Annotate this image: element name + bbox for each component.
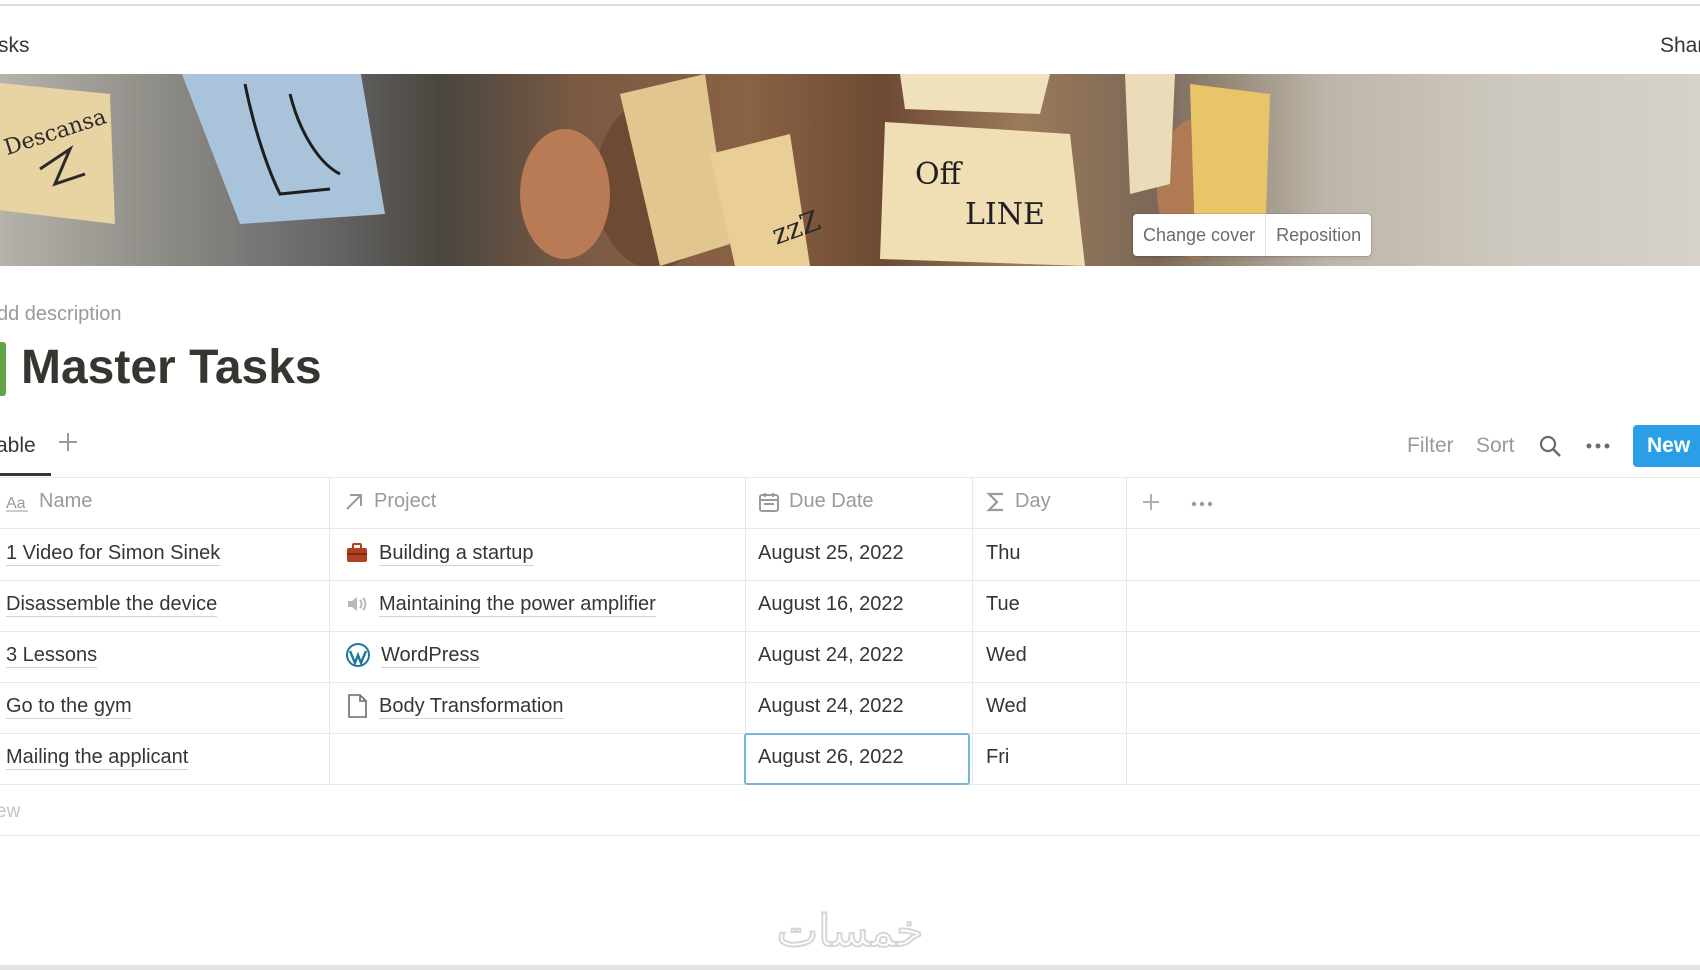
table-row-day-cell: Tue: [986, 592, 1020, 615]
task-name[interactable]: 3 Lessons: [6, 643, 98, 668]
text-type-icon: Aa: [6, 495, 28, 512]
column-header-label: Day: [1015, 490, 1051, 512]
sticky-note-text: Off: [915, 157, 964, 192]
sort-button[interactable]: Sort: [1476, 434, 1515, 458]
column-header-label: Project: [374, 490, 437, 512]
speaker-icon: [345, 592, 369, 616]
watermark-text: خمسات: [777, 906, 924, 957]
table-row-project-cell[interactable]: WordPress: [345, 640, 480, 670]
add-new-row[interactable]: ew: [0, 801, 20, 823]
cover-photo-illustration: Descansa zzZ Off LINE: [0, 74, 1270, 266]
table-top-border: [0, 477, 1700, 478]
table-row-day-cell: Thu: [986, 541, 1021, 564]
table-row-due-cell[interactable]: August 16, 2022: [758, 589, 904, 619]
table-row-project-cell[interactable]: Building a startup: [345, 538, 534, 568]
table-bottom-border: [0, 835, 1700, 836]
search-icon[interactable]: [1538, 434, 1562, 458]
watermark: خمسات: [745, 900, 955, 960]
table-row-due-cell[interactable]: August 25, 2022: [758, 538, 904, 568]
formula-sigma-icon: [986, 492, 1003, 511]
table-row-day-cell: Fri: [986, 745, 1010, 768]
svg-text:Aa: Aa: [6, 495, 26, 512]
table-row-day-cell: Wed: [986, 694, 1027, 717]
change-cover-button[interactable]: Change cover: [1133, 214, 1265, 256]
task-name[interactable]: Mailing the applicant: [6, 745, 189, 770]
breadcrumb[interactable]: sks: [0, 34, 30, 58]
sticky-note-text: LINE: [965, 197, 1045, 232]
new-button[interactable]: New: [1633, 425, 1700, 467]
row-divider: [0, 528, 1700, 529]
column-header-day[interactable]: Day: [986, 490, 1051, 513]
bottom-border: [0, 965, 1700, 970]
table-row-name-cell[interactable]: 3 Lessons: [6, 640, 98, 670]
page-icon[interactable]: [0, 342, 6, 396]
topbar: sks Shar: [0, 6, 1700, 74]
add-property-button[interactable]: [1141, 488, 1161, 519]
column-divider: [329, 478, 330, 784]
column-options-icon[interactable]: [1190, 492, 1214, 516]
share-button[interactable]: Shar: [1660, 34, 1700, 58]
wordpress-icon: [345, 642, 371, 668]
table-row-project-cell[interactable]: Body Transformation: [345, 691, 564, 721]
task-name[interactable]: Go to the gym: [6, 694, 132, 719]
column-header-label: Name: [39, 490, 93, 512]
table-row-due-cell[interactable]: August 26, 2022: [758, 742, 904, 772]
table-row-project-cell[interactable]: Maintaining the power amplifier: [345, 589, 656, 619]
project-link[interactable]: Maintaining the power amplifier: [379, 592, 656, 617]
row-divider: [0, 682, 1700, 683]
relation-arrow-icon: [346, 493, 362, 510]
table-row-day-cell: Wed: [986, 643, 1027, 666]
document-icon: [345, 693, 369, 719]
table-row-name-cell[interactable]: Go to the gym: [6, 691, 132, 721]
briefcase-icon: [345, 541, 369, 565]
cover-controls: Change cover Reposition: [1133, 214, 1372, 256]
reposition-button[interactable]: Reposition: [1266, 214, 1371, 256]
plus-icon: [59, 433, 77, 451]
active-tab-indicator: [0, 473, 51, 476]
column-header-due-date[interactable]: Due Date: [758, 490, 874, 513]
column-header-project[interactable]: Project: [343, 490, 436, 513]
table-row-name-cell[interactable]: 1 Video for Simon Sinek: [6, 538, 221, 568]
column-header-label: Due Date: [789, 490, 874, 512]
table-row-due-cell[interactable]: August 24, 2022: [758, 691, 904, 721]
table-row-name-cell[interactable]: Mailing the applicant: [6, 742, 189, 772]
more-options-icon[interactable]: [1585, 434, 1611, 458]
task-name[interactable]: 1 Video for Simon Sinek: [6, 541, 221, 566]
page-title[interactable]: Master Tasks: [21, 340, 322, 395]
cover-image: Descansa zzZ Off LINE: [0, 74, 1700, 266]
column-divider: [972, 478, 973, 784]
column-header-name[interactable]: Aa Name: [6, 490, 92, 513]
task-name[interactable]: Disassemble the device: [6, 592, 218, 617]
project-link[interactable]: Building a startup: [379, 541, 534, 566]
calendar-icon: [759, 492, 779, 512]
row-divider: [0, 580, 1700, 581]
table-row-name-cell[interactable]: Disassemble the device: [6, 589, 218, 619]
add-description[interactable]: dd description: [0, 303, 122, 326]
filter-button[interactable]: Filter: [1407, 434, 1454, 458]
plus-icon: [1143, 494, 1159, 510]
project-link[interactable]: Body Transformation: [379, 694, 564, 719]
column-divider: [1126, 478, 1127, 784]
project-link[interactable]: WordPress: [381, 643, 480, 668]
row-divider: [0, 631, 1700, 632]
add-view-button[interactable]: [57, 428, 79, 460]
table-row-due-cell[interactable]: August 24, 2022: [758, 640, 904, 670]
tab-table-view[interactable]: able: [0, 434, 36, 458]
